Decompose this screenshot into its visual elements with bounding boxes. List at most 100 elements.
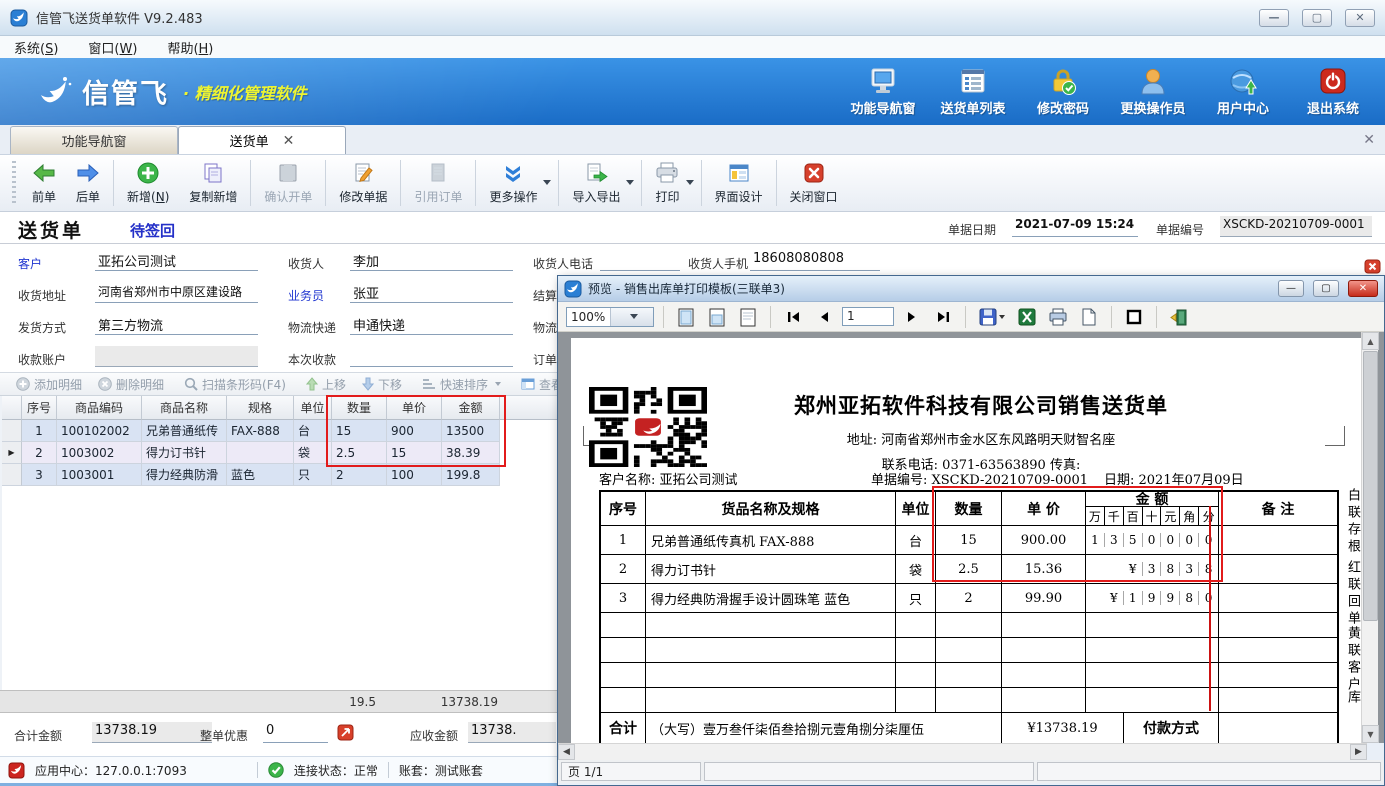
scroll-left-icon[interactable]: ◀ <box>558 744 575 760</box>
save-button[interactable] <box>975 305 1009 329</box>
tab-label: 功能导航窗 <box>61 131 126 150</box>
toolbar-button-copy[interactable]: 复制新增 <box>179 157 247 209</box>
brand-mark-icon <box>34 74 74 110</box>
preview-maximize-button[interactable]: ▢ <box>1313 280 1339 297</box>
print-button[interactable] <box>1045 305 1071 329</box>
actual-size-button[interactable] <box>735 305 761 329</box>
exit-preview-button[interactable] <box>1166 305 1192 329</box>
last-page-button[interactable] <box>930 305 956 329</box>
discount-icon[interactable] <box>337 724 354 744</box>
dropdown-arrow-icon[interactable] <box>543 180 551 185</box>
tabstrip-close-icon[interactable]: ✕ <box>1363 132 1375 148</box>
toolbar-button-arrowR[interactable]: 后单 <box>66 157 110 209</box>
fullscreen-button[interactable] <box>1121 305 1147 329</box>
dropdown-arrow-icon[interactable] <box>626 180 634 185</box>
toolbar-button-impexp[interactable]: 导入导出 <box>562 157 638 209</box>
preview-minimize-button[interactable]: — <box>1278 280 1304 297</box>
toolbar-button-pageGray[interactable]: 引用订单 <box>404 157 472 209</box>
banner-action-power[interactable]: 退出系统 <box>1295 66 1371 117</box>
page-number-input[interactable]: 1 <box>842 307 894 326</box>
column-header[interactable]: 金额 <box>442 396 500 420</box>
close-button[interactable]: ✕ <box>1345 9 1375 27</box>
maximize-button[interactable]: ▢ <box>1302 9 1332 27</box>
toolbar-button-chevrons[interactable]: 更多操作 <box>479 157 555 209</box>
partial-label: 物流 <box>533 319 557 336</box>
receiver-mobile-field[interactable]: 18608080808 <box>750 250 880 271</box>
scrollbar-thumb[interactable] <box>1363 351 1378 621</box>
table-cell: 单位 <box>896 492 936 525</box>
banner-action-user[interactable]: 更换操作员 <box>1115 66 1191 117</box>
vertical-scrollbar[interactable]: ▲ ▼ <box>1361 332 1378 743</box>
docno-field[interactable]: XSCKD-20210709-0001 <box>1220 216 1372 237</box>
grid-toolbar-view[interactable]: 查看 <box>513 376 557 393</box>
banner-action-list[interactable]: 送货单列表 <box>935 66 1011 117</box>
toolbar-button-save[interactable]: 确认开单 <box>254 157 322 209</box>
table-row[interactable]: 31003001得力经典防滑蓝色只2100199.8 <box>2 464 557 486</box>
grid-toolbar-gdel[interactable]: 删除明细 <box>90 376 172 393</box>
grid-toolbar-down[interactable]: 下移 <box>354 376 410 393</box>
grid-toolbar-scan[interactable]: 扫描条形码(F4) <box>176 376 294 393</box>
receiver-field[interactable]: 李加 <box>350 250 513 271</box>
account-field[interactable] <box>95 346 258 367</box>
grid-toolbar-up[interactable]: 上移 <box>298 376 354 393</box>
minimize-button[interactable]: — <box>1259 9 1289 27</box>
grid-toolbar-gplus[interactable]: 添加明细 <box>8 376 90 393</box>
toolbar-button-edit[interactable]: 修改单据 <box>329 157 397 209</box>
scroll-down-icon[interactable]: ▼ <box>1362 725 1379 743</box>
dropdown-arrow-icon[interactable] <box>686 180 694 185</box>
whole-page-button[interactable] <box>673 305 699 329</box>
toolbar-button-add[interactable]: 新增(N) <box>117 157 179 209</box>
address-field[interactable]: 河南省郑州市中原区建设路 <box>95 282 258 303</box>
page-setup-button[interactable] <box>1076 305 1102 329</box>
toolbar-button-design[interactable]: 界面设计 <box>705 157 773 209</box>
export-excel-button[interactable] <box>1014 305 1040 329</box>
column-header[interactable]: 商品名称 <box>142 396 227 420</box>
tab-0[interactable]: 功能导航窗 <box>10 126 178 154</box>
table-cell: 得力经典防滑握手设计圆珠笔 蓝色 <box>646 584 896 612</box>
scroll-right-icon[interactable]: ▶ <box>1350 744 1367 760</box>
combo-arrow-icon[interactable] <box>610 308 654 326</box>
page-width-button[interactable] <box>704 305 730 329</box>
toolbar-button-arrowL[interactable]: 前单 <box>22 157 66 209</box>
discount-field[interactable]: 0 <box>263 722 328 743</box>
summary-amount: 13738.19 <box>400 695 498 709</box>
prev-page-button[interactable] <box>811 305 837 329</box>
tab-1[interactable]: 送货单✕ <box>178 126 346 154</box>
brand-name: 信管飞 <box>82 72 169 111</box>
logistics-field[interactable]: 申通快递 <box>350 314 513 335</box>
ship-field[interactable]: 第三方物流 <box>95 314 258 335</box>
zoom-select[interactable]: 100% <box>566 307 654 327</box>
table-row[interactable]: 1100102002兄弟普通纸传FAX-888台1590013500 <box>2 420 557 442</box>
preview-close-button[interactable]: ✕ <box>1348 280 1378 297</box>
salesman-field[interactable]: 张亚 <box>350 282 513 303</box>
preview-titlebar[interactable]: 预览 - 销售出库单打印模板(三联单3) — ▢ ✕ <box>558 276 1384 302</box>
menu-item-0[interactable]: 系统(S) <box>14 38 58 57</box>
column-header[interactable]: 数量 <box>332 396 387 420</box>
banner-action-monitor[interactable]: 功能导航窗 <box>845 66 921 117</box>
banner-action-globe[interactable]: 用户中心 <box>1205 66 1281 117</box>
toolbar-button-closeRed[interactable]: 关闭窗口 <box>780 157 848 209</box>
horizontal-scrollbar[interactable]: ◀ ▶ <box>558 743 1367 760</box>
menu-item-1[interactable]: 窗口(W) <box>88 38 137 57</box>
column-header[interactable]: 规格 <box>227 396 294 420</box>
menu-item-2[interactable]: 帮助(H) <box>167 38 213 57</box>
tab-close-icon[interactable]: ✕ <box>283 136 295 146</box>
banner-action-lock[interactable]: 修改密码 <box>1025 66 1101 117</box>
toolbar-button-print[interactable]: 打印 <box>645 157 697 209</box>
column-header[interactable]: 序号 <box>22 396 57 420</box>
date-field[interactable]: 2021-07-09 15:24 <box>1012 216 1138 237</box>
customer-field[interactable]: 亚拓公司测试 <box>95 250 258 271</box>
column-header[interactable]: 商品编码 <box>57 396 142 420</box>
first-page-button[interactable] <box>780 305 806 329</box>
column-header[interactable]: 单价 <box>387 396 442 420</box>
receiver-tel-field[interactable] <box>600 250 680 271</box>
next-page-button[interactable] <box>899 305 925 329</box>
column-header[interactable]: 单位 <box>294 396 332 420</box>
grid-toolbar-sort[interactable]: 快速排序 <box>414 376 509 393</box>
table-row[interactable]: ▶21003002得力订书针袋2.51538.39 <box>2 442 557 464</box>
dropdown-arrow-icon[interactable] <box>495 382 501 386</box>
toolbar-grip[interactable] <box>12 161 16 205</box>
table-cell <box>1002 638 1086 662</box>
scroll-up-icon[interactable]: ▲ <box>1362 332 1379 350</box>
payment-field[interactable] <box>350 346 513 367</box>
